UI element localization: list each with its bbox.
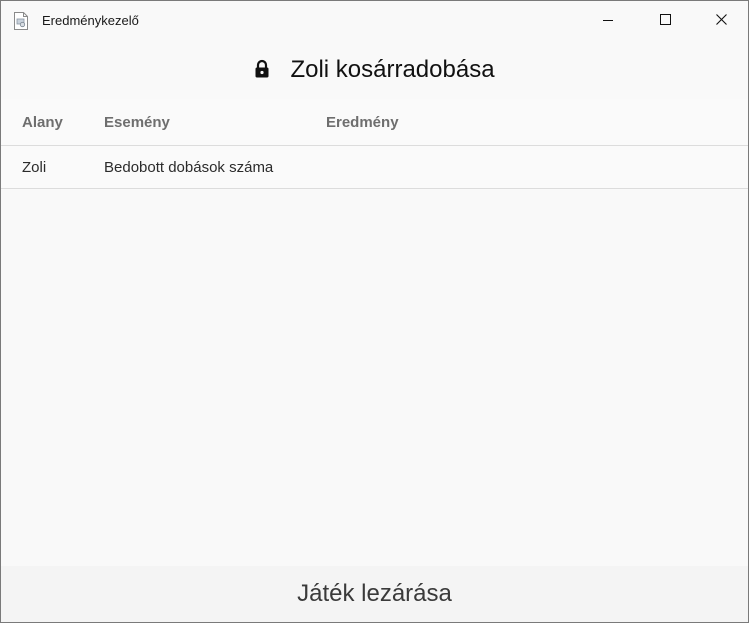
close-button[interactable] — [698, 1, 744, 41]
document-app-icon — [14, 12, 28, 30]
maximize-icon — [659, 12, 671, 30]
results-table: Alany Esemény Eredmény Zoli Bedobott dob… — [1, 99, 748, 189]
column-header-esemeny[interactable]: Esemény — [104, 114, 170, 132]
maximize-button[interactable] — [642, 1, 688, 41]
cell-alany: Zoli — [22, 159, 47, 176]
game-title: Zoli kosárradobása — [290, 56, 495, 83]
column-header-eredmeny[interactable]: Eredmény — [326, 114, 399, 132]
title-bar[interactable]: Eredménykezelő — [1, 1, 748, 41]
table-row[interactable]: Zoli Bedobott dobások száma — [1, 146, 748, 189]
table-header: Alany Esemény Eredmény — [1, 99, 748, 146]
window-title: Eredménykezelő — [42, 13, 139, 28]
app-window: Eredménykezelő Zoli kosárradobása Alany … — [0, 0, 749, 623]
close-game-button[interactable]: Játék lezárása — [1, 566, 748, 622]
minimize-button[interactable] — [585, 1, 631, 41]
column-header-alany[interactable]: Alany — [22, 114, 63, 132]
close-icon — [715, 12, 727, 30]
cell-esemeny: Bedobott dobások száma — [104, 159, 274, 176]
game-header: Zoli kosárradobása — [1, 41, 748, 99]
lock-icon — [254, 59, 270, 79]
close-game-label: Játék lezárása — [297, 580, 452, 607]
minimize-icon — [603, 12, 613, 30]
